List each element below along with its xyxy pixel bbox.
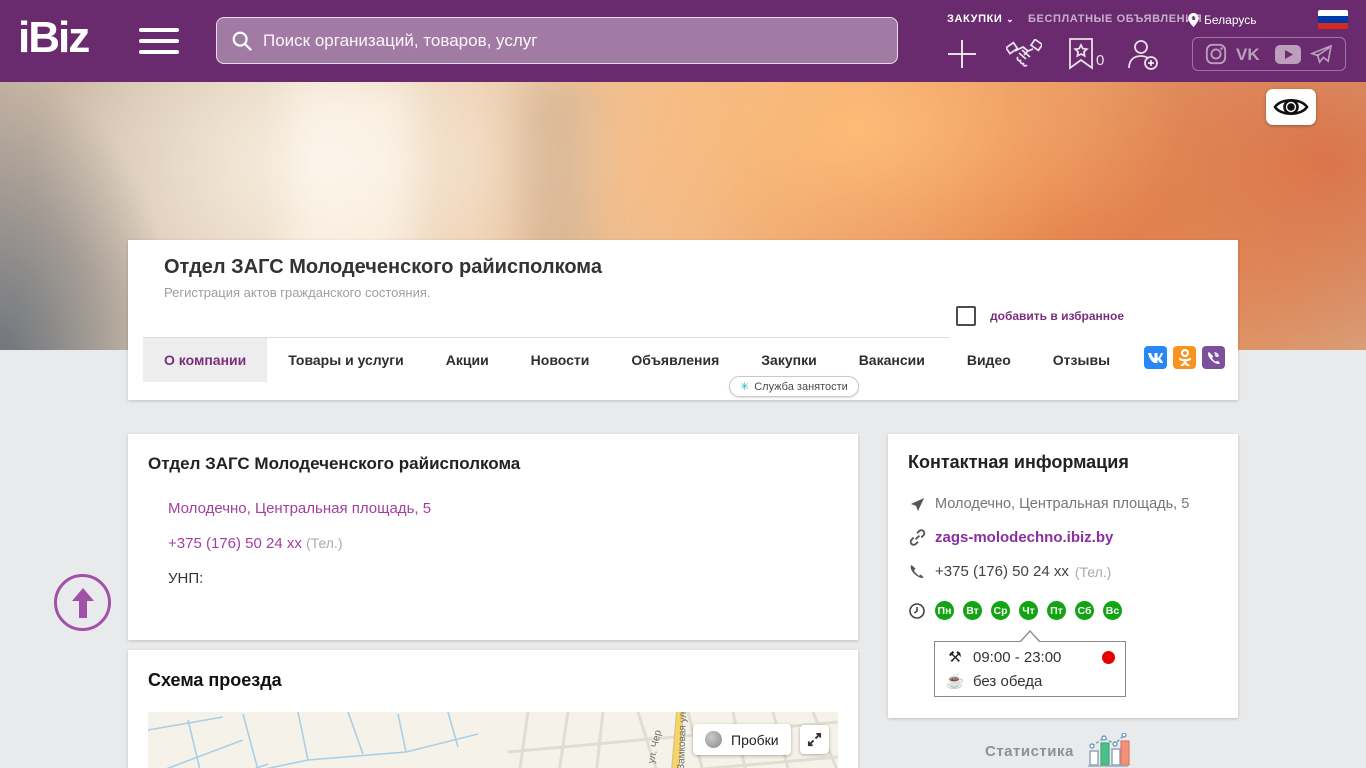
closed-status-dot <box>1102 651 1115 664</box>
phone-type-label: (Тел.) <box>1075 564 1111 580</box>
website-link[interactable]: zags-molodechno.ibiz.by <box>935 529 1113 546</box>
vk-share-button[interactable] <box>1144 346 1167 369</box>
arrow-up-icon <box>70 588 96 618</box>
search-icon <box>231 30 253 52</box>
day-badge-sun[interactable]: Вс <box>1103 601 1122 620</box>
traffic-light-icon <box>705 731 722 748</box>
day-badge-sat[interactable]: Сб <box>1075 601 1094 620</box>
map-fullscreen-button[interactable] <box>800 725 829 754</box>
map-card-title: Схема проезда <box>148 670 282 691</box>
coffee-cup-icon: ☕ <box>945 672 965 690</box>
working-days-row: Пн Вт Ср Чт Пт Сб Вс <box>908 601 1122 620</box>
day-badge-wed[interactable]: Ср <box>991 601 1010 620</box>
asterisk-icon: ✳ <box>740 380 749 393</box>
nav-zakupki[interactable]: ЗАКУПКИ ⌄ <box>947 13 1014 25</box>
tab-news[interactable]: Новости <box>510 338 611 382</box>
contact-info-card: Контактная информация Молодечно, Централ… <box>888 434 1238 718</box>
unp-label: УНП: <box>168 570 203 587</box>
link-icon <box>909 529 926 546</box>
contact-card-title: Контактная информация <box>908 452 1129 473</box>
viber-share-button[interactable] <box>1202 346 1225 369</box>
instagram-icon[interactable] <box>1205 43 1227 65</box>
search-bar <box>216 17 898 64</box>
street-label-2: Замковая ул. <box>676 712 689 768</box>
viber-share-icon <box>1206 350 1221 365</box>
vk-icon[interactable]: VK <box>1236 45 1266 63</box>
scroll-to-top-button[interactable] <box>54 574 111 631</box>
info-phone-link[interactable]: +375 (176) 50 24 xx (Тел.) <box>168 535 343 552</box>
phone-type-label: (Тел.) <box>306 535 342 551</box>
contact-website-row: zags-molodechno.ibiz.by <box>908 529 1113 546</box>
bookmark-star-icon[interactable] <box>1068 38 1094 70</box>
youtube-icon[interactable] <box>1275 45 1301 64</box>
lunch-row: ☕ без обеда <box>935 668 1125 694</box>
company-header-card: Отдел ЗАГС Молодеченского райисполкома Р… <box>128 240 1238 400</box>
header-social-links: VK <box>1192 37 1346 71</box>
top-header: iBiz ЗАКУПКИ ⌄ БЕСПЛАТНЫЕ ОБЪЯВЛЕНИЯ Бел… <box>0 0 1366 82</box>
company-subtitle: Регистрация актов гражданского состояния… <box>164 285 431 300</box>
hamburger-menu-icon[interactable] <box>139 28 179 55</box>
tab-reviews[interactable]: Отзывы <box>1032 338 1131 382</box>
odnoklassniki-share-button[interactable] <box>1173 346 1196 369</box>
day-badge-fri[interactable]: Пт <box>1047 601 1066 620</box>
clock-icon <box>909 603 925 619</box>
traffic-toggle-button[interactable]: Пробки <box>693 724 791 755</box>
nav-free-ads[interactable]: БЕСПЛАТНЫЕ ОБЪЯВЛЕНИЯ <box>1028 13 1202 25</box>
directions-map-card: Схема проезда ул. Чер <box>128 650 858 768</box>
tab-video[interactable]: Видео <box>946 338 1032 382</box>
company-title: Отдел ЗАГС Молодеченского райисполкома <box>164 256 602 279</box>
day-badge-mon[interactable]: Пн <box>935 601 954 620</box>
tab-products[interactable]: Товары и услуги <box>267 338 424 382</box>
tab-ads[interactable]: Объявления <box>610 338 740 382</box>
share-buttons <box>1144 346 1225 369</box>
favorite-checkbox[interactable] <box>956 306 976 326</box>
navigation-arrow-icon <box>910 497 925 512</box>
company-info-card: Отдел ЗАГС Молодеченского райисполкома М… <box>128 434 858 640</box>
working-hours-row: ⚒ 09:00 - 23:00 <box>935 642 1125 668</box>
handshake-icon[interactable] <box>1006 39 1042 69</box>
statistics-link[interactable]: Статистика <box>985 733 1130 768</box>
vk-share-icon <box>1148 353 1163 363</box>
expand-arrows-icon <box>807 732 822 747</box>
info-card-title: Отдел ЗАГС Молодеченского райисполкома <box>148 454 520 474</box>
search-input[interactable] <box>263 31 883 51</box>
favorite-label: добавить в избранное <box>990 309 1124 323</box>
russia-flag-icon[interactable] <box>1318 10 1348 29</box>
yandex-map[interactable]: ул. Чер Замковая ул. Пробки <box>148 712 838 768</box>
telegram-icon[interactable] <box>1310 44 1333 64</box>
person-add-icon[interactable] <box>1126 39 1159 70</box>
eye-icon <box>1273 94 1309 120</box>
svg-text:VK: VK <box>1236 45 1260 63</box>
schedule-tooltip: ⚒ 09:00 - 23:00 ☕ без обеда <box>934 641 1126 697</box>
contact-phone-row: +375 (176) 50 24 xx (Тел.) <box>908 563 1111 580</box>
contact-address-row: Молодечно, Центральная площадь, 5 <box>908 496 1189 512</box>
phone-icon <box>909 564 925 580</box>
add-to-favorites[interactable]: добавить в избранное <box>956 306 1124 326</box>
ok-share-icon <box>1179 349 1191 366</box>
location-pin-icon <box>1188 13 1199 27</box>
weekday-badges: Пн Вт Ср Чт Пт Сб Вс <box>935 601 1122 620</box>
statistics-chart-icon <box>1086 733 1130 768</box>
day-badge-thu[interactable]: Чт <box>1019 601 1038 620</box>
employment-service-badge[interactable]: ✳ Служба занятости <box>729 376 859 397</box>
nav-location[interactable]: Беларусь <box>1188 13 1256 27</box>
day-badge-tue[interactable]: Вт <box>963 601 982 620</box>
ibiz-logo[interactable]: iBiz <box>18 13 88 63</box>
favorites-count: 0 <box>1096 52 1104 69</box>
company-tabs: О компании Товары и услуги Акции Новости… <box>143 338 1131 382</box>
tab-vacancies[interactable]: Вакансии <box>838 338 946 382</box>
add-plus-icon[interactable] <box>946 38 978 70</box>
info-address-link[interactable]: Молодечно, Центральная площадь, 5 <box>168 500 431 517</box>
visually-impaired-version-button[interactable] <box>1266 89 1316 125</box>
tab-promos[interactable]: Акции <box>425 338 510 382</box>
tab-about[interactable]: О компании <box>143 338 267 382</box>
work-tools-icon: ⚒ <box>945 648 965 666</box>
